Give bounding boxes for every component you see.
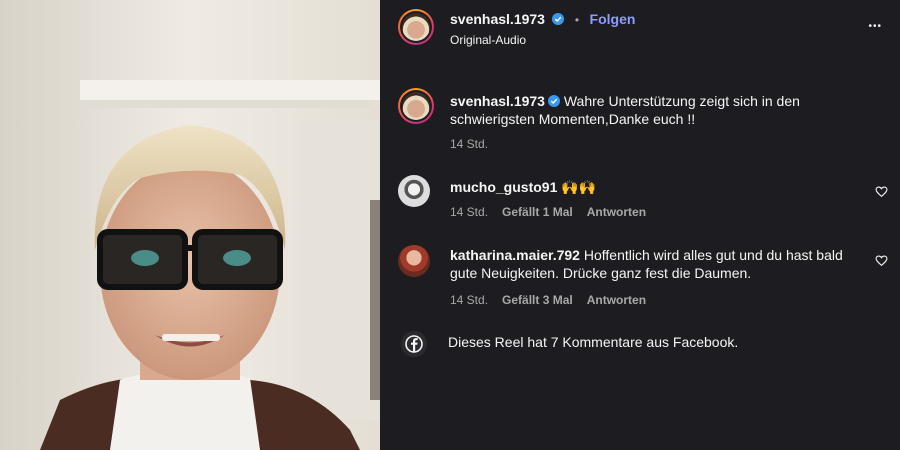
separator-dot: • bbox=[574, 13, 580, 27]
caption-time: 14 Std. bbox=[450, 137, 489, 151]
like-heart-icon[interactable] bbox=[875, 254, 888, 267]
comment-meta: 14 Std. Gefällt 3 Mal Antworten bbox=[450, 293, 646, 307]
author-avatar[interactable] bbox=[398, 9, 434, 45]
caption-body: svenhasl.1973 Wahre Unterstützung zeigt … bbox=[450, 92, 870, 128]
commenter-avatar[interactable] bbox=[398, 175, 430, 207]
header-title-row: svenhasl.1973 • Folgen bbox=[450, 11, 635, 29]
verified-badge-icon bbox=[547, 95, 560, 107]
comment-time: 14 Std. bbox=[450, 293, 489, 307]
reply-button[interactable]: Antworten bbox=[587, 293, 646, 307]
like-heart-icon[interactable] bbox=[875, 185, 888, 198]
comment-body: katharina.maier.792 Hoffentlich wird all… bbox=[450, 246, 850, 282]
author-username[interactable]: svenhasl.1973 bbox=[450, 11, 545, 27]
video-frame-image bbox=[0, 0, 380, 450]
facebook-notice-text: Dieses Reel hat 7 Kommentare aus Faceboo… bbox=[448, 334, 739, 350]
commenter-avatar[interactable] bbox=[398, 245, 430, 277]
reel-video[interactable] bbox=[0, 0, 380, 450]
verified-badge-icon bbox=[552, 13, 565, 25]
comments-panel: svenhasl.1973 • Folgen Original-Audio ••… bbox=[380, 0, 900, 450]
commenter-username[interactable]: mucho_gusto91 bbox=[450, 179, 557, 195]
caption-username[interactable]: svenhasl.1973 bbox=[450, 93, 545, 109]
facebook-icon bbox=[401, 331, 427, 357]
comment-likes[interactable]: Gefällt 3 Mal bbox=[502, 293, 573, 307]
caption-avatar[interactable] bbox=[398, 88, 434, 124]
comment-time: 14 Std. bbox=[450, 205, 489, 219]
comment-text: 🙌🙌 bbox=[561, 179, 597, 195]
more-options-icon[interactable]: ••• bbox=[868, 22, 882, 32]
comment-body: mucho_gusto91 🙌🙌 bbox=[450, 178, 850, 196]
audio-label[interactable]: Original-Audio bbox=[450, 33, 526, 47]
reply-button[interactable]: Antworten bbox=[587, 205, 646, 219]
comment-meta: 14 Std. Gefällt 1 Mal Antworten bbox=[450, 205, 646, 219]
comment-likes[interactable]: Gefällt 1 Mal bbox=[502, 205, 573, 219]
follow-button[interactable]: Folgen bbox=[590, 11, 636, 27]
commenter-username[interactable]: katharina.maier.792 bbox=[450, 247, 580, 263]
